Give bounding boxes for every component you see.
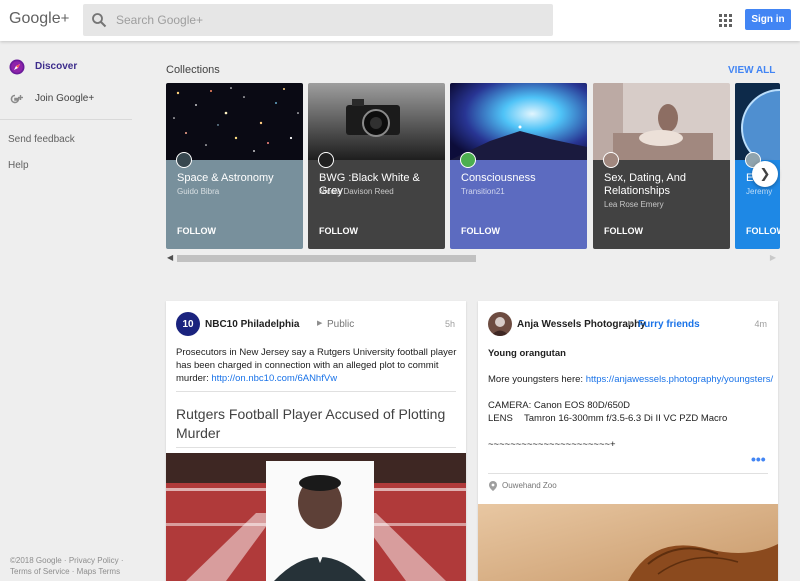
scroll-left-arrow-icon[interactable]: ◀ xyxy=(167,253,173,262)
post-time[interactable]: 5h xyxy=(445,319,455,329)
collection-author: Guido Bibra xyxy=(177,187,220,196)
collection-card[interactable]: Consciousness Transition21 FOLLOW xyxy=(450,83,587,249)
avatar[interactable] xyxy=(488,312,512,336)
logo-text: Google xyxy=(9,10,61,27)
post-body: More youngsters here: xyxy=(488,374,586,385)
avatar xyxy=(176,152,192,168)
orangutan-image[interactable] xyxy=(478,504,778,581)
triangle-right-icon: ▶ xyxy=(628,320,634,327)
follow-button[interactable]: FOLLOW xyxy=(746,226,780,236)
collection-card[interactable]: BWG :Black White & Grey Nicola Davison R… xyxy=(308,83,445,249)
lens-label: LENS xyxy=(488,413,513,424)
next-collections-button[interactable]: ❯ xyxy=(752,161,778,187)
scroll-right-arrow-icon[interactable]: ▶ xyxy=(770,253,776,262)
post-card: 10 NBC10 Philadelphia ▶ Public 5h Prosec… xyxy=(166,301,466,581)
post-divider xyxy=(176,391,456,392)
footer-line-2[interactable]: Terms of Service · Maps Terms xyxy=(10,566,124,577)
collection-author: Nicola Davison Reed xyxy=(319,187,394,196)
sidebar: Discover Join Google+ Send feedback Help… xyxy=(0,41,132,581)
collection-title: Space & Astronomy xyxy=(177,172,274,184)
post-card: Anja Wessels Photography ▶ Furry friends… xyxy=(478,301,778,581)
search-bar[interactable]: Search Google+ xyxy=(83,4,553,36)
collection-author: Transition21 xyxy=(461,187,505,196)
post-link[interactable]: http://on.nbc10.com/6ANhfVw xyxy=(211,373,337,384)
location-pin-icon xyxy=(489,481,497,491)
space-image xyxy=(166,83,303,160)
collections-title: Collections xyxy=(166,64,220,76)
apps-grid-icon[interactable] xyxy=(719,14,732,27)
post-author[interactable]: NBC10 Philadelphia xyxy=(205,319,299,330)
follow-button[interactable]: FOLLOW xyxy=(177,226,216,236)
collections-scrollbar[interactable]: ◀ ▶ xyxy=(166,253,778,264)
article-headline[interactable]: Rutgers Football Player Accused of Plott… xyxy=(176,405,446,443)
lens-info: Tamron 16-300mm f/3.5-6.3 Di II VC PZD M… xyxy=(524,413,728,424)
post-divider xyxy=(488,473,768,474)
collection-card[interactable]: Space & Astronomy Guido Bibra FOLLOW xyxy=(166,83,303,249)
sidebar-item-label: Join Google+ xyxy=(35,93,95,104)
profile-photo-icon xyxy=(488,312,512,336)
sidebar-item-discover[interactable]: Discover xyxy=(0,56,132,78)
post-link[interactable]: https://anjawessels.photography/youngste… xyxy=(586,374,773,385)
sidebar-divider xyxy=(0,119,132,120)
post-audience[interactable]: Public xyxy=(327,319,354,330)
send-feedback-link[interactable]: Send feedback xyxy=(8,134,75,145)
follow-button[interactable]: FOLLOW xyxy=(319,226,358,236)
google-plus-icon xyxy=(10,94,23,104)
view-all-link[interactable]: VIEW ALL xyxy=(728,65,775,76)
post-time[interactable]: 4m xyxy=(754,319,767,329)
collection-title: Consciousness xyxy=(461,172,536,184)
post-location[interactable]: Ouwehand Zoo xyxy=(502,481,557,490)
post-text: More youngsters here: https://anjawessel… xyxy=(488,373,778,386)
collection-author: Lea Rose Emery xyxy=(604,200,664,209)
google-plus-logo[interactable]: Google+ xyxy=(9,10,69,28)
triangle-right-icon: ▶ xyxy=(317,320,323,327)
search-icon xyxy=(92,13,107,28)
avatar xyxy=(318,152,334,168)
couple-image xyxy=(593,83,730,160)
collection-author: Jeremy xyxy=(746,187,773,196)
sidebar-item-label: Discover xyxy=(35,61,78,72)
post-text: Prosecutors in New Jersey say a Rutgers … xyxy=(176,346,458,385)
galaxy-image xyxy=(450,83,587,160)
footer-links: ©2018 Google · Privacy Policy · Terms of… xyxy=(10,555,124,577)
top-bar: Google+ Search Google+ Sign in xyxy=(0,0,800,41)
more-options-button[interactable]: ••• xyxy=(751,451,766,467)
post-divider xyxy=(176,447,456,448)
follow-button[interactable]: FOLLOW xyxy=(604,226,643,236)
chevron-right-icon: ❯ xyxy=(759,166,771,181)
post-title: Young orangutan xyxy=(488,348,566,359)
logo-plus: + xyxy=(60,10,70,27)
avatar xyxy=(460,152,476,168)
separator-text: ~~~~~~~~~~~~~~~~~~~~~~+ xyxy=(488,439,616,450)
avatar xyxy=(603,152,619,168)
scrollbar-thumb[interactable] xyxy=(177,255,476,262)
sidebar-item-join[interactable]: Join Google+ xyxy=(0,88,132,110)
collection-card[interactable]: Sex, Dating, And Relationships Lea Rose … xyxy=(593,83,730,249)
post-author[interactable]: Anja Wessels Photography xyxy=(517,319,646,330)
footer-line-1[interactable]: ©2018 Google · Privacy Policy · xyxy=(10,555,124,566)
compass-icon xyxy=(9,59,25,75)
earth-image xyxy=(735,83,780,160)
nbc-logo-icon: 10 xyxy=(176,312,200,336)
sign-in-button[interactable]: Sign in xyxy=(745,9,791,30)
avatar[interactable]: 10 xyxy=(176,312,200,336)
camera-image xyxy=(308,83,445,160)
help-link[interactable]: Help xyxy=(8,160,29,171)
follow-button[interactable]: FOLLOW xyxy=(461,226,500,236)
search-input[interactable]: Search Google+ xyxy=(116,13,203,27)
collection-title: Sex, Dating, And Relationships xyxy=(604,172,686,197)
svg-text:10: 10 xyxy=(182,319,194,330)
camera-info: CAMERA: Canon EOS 80D/650D xyxy=(488,400,631,411)
post-collection[interactable]: Furry friends xyxy=(638,319,700,330)
article-image[interactable] xyxy=(166,453,466,581)
